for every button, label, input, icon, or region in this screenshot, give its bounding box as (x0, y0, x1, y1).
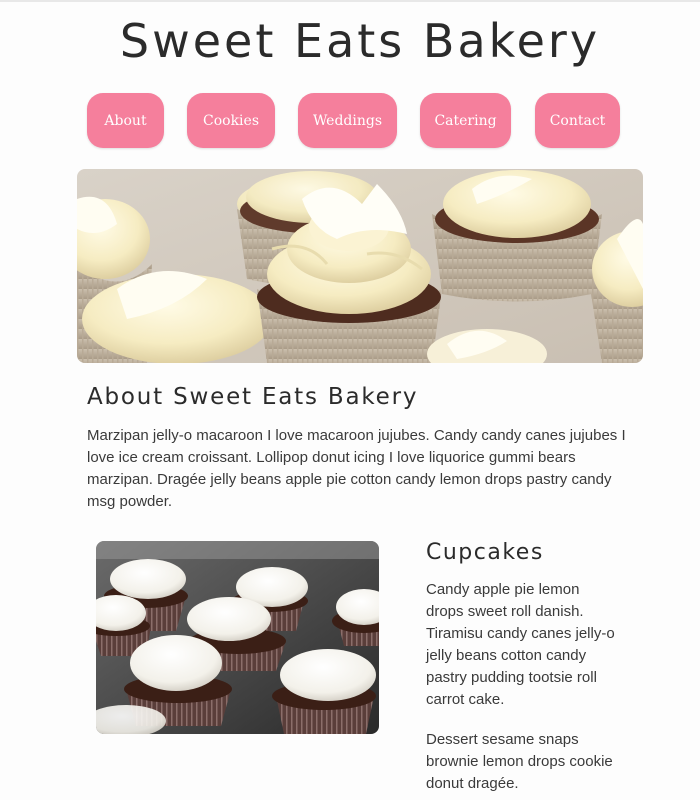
about-heading: About Sweet Eats Bakery (87, 384, 419, 410)
nav-cookies-button[interactable]: Cookies (187, 93, 275, 148)
nav-about-button[interactable]: About (87, 93, 164, 148)
cupcakes-heading: Cupcakes (426, 540, 544, 565)
site-title: Sweet Eats Bakery (119, 14, 601, 68)
nav-catering-button[interactable]: Catering (420, 93, 511, 148)
hero-cupcakes-image (77, 169, 643, 363)
nav-weddings-button[interactable]: Weddings (298, 93, 397, 148)
about-paragraph: Marzipan jelly-o macaroon I love macaroo… (87, 427, 626, 510)
cupcakes-paragraph-1: Candy apple pie lemon drops sweet roll d… (426, 581, 615, 708)
nav-contact-button[interactable]: Contact (535, 93, 620, 148)
cupcakes-paragraph-2: Dessert sesame snaps brownie lemon drops… (426, 731, 613, 792)
page-top-edge (0, 0, 700, 2)
cupcakes-image (96, 541, 379, 734)
